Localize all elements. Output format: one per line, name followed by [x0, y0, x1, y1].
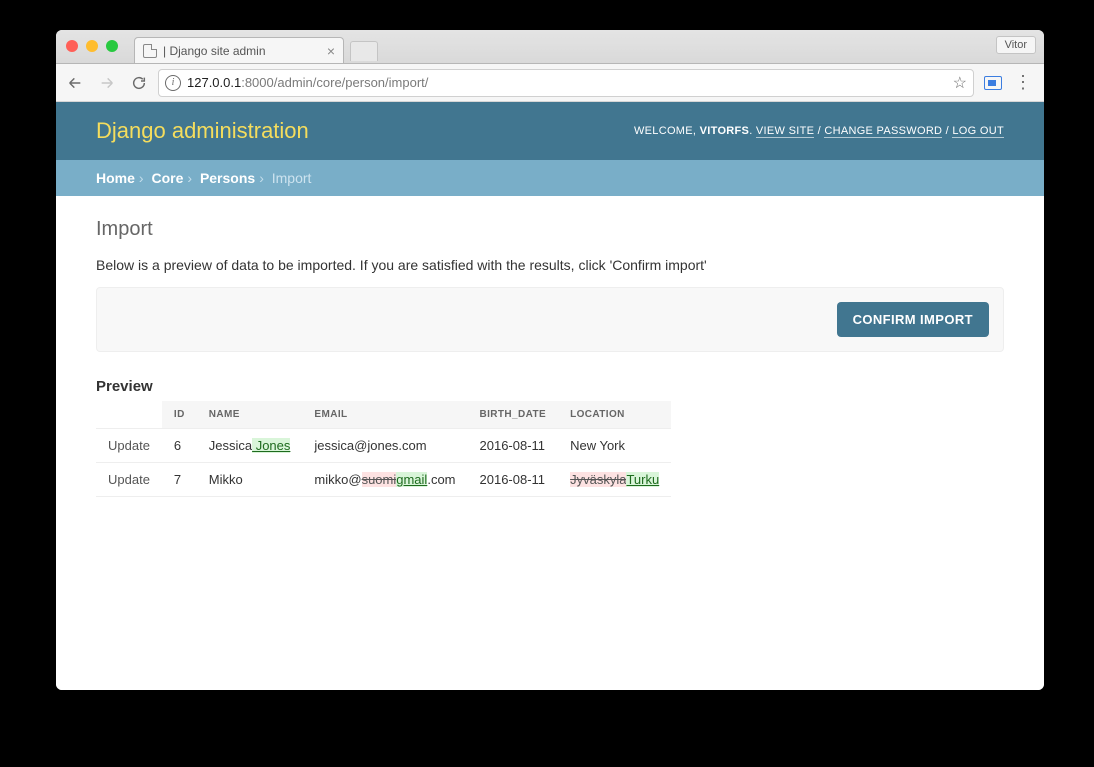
extension-icon[interactable]: [984, 76, 1002, 90]
change-password-link[interactable]: CHANGE PASSWORD: [824, 125, 942, 138]
page-file-icon: [143, 44, 157, 58]
view-site-link[interactable]: VIEW SITE: [756, 125, 814, 138]
browser-toolbar: i 127.0.0.1:8000/admin/core/person/impor…: [56, 64, 1044, 102]
reload-icon: [131, 75, 147, 91]
diff-inserted: gmail: [396, 472, 427, 487]
cell-id: 7: [162, 463, 197, 497]
th-location: LOCATION: [558, 401, 671, 429]
th-birth-date: BIRTH_DATE: [468, 401, 559, 429]
window-minimize-icon[interactable]: [86, 40, 98, 52]
url-path: :8000/admin/core/person/import/: [241, 75, 428, 90]
submit-row: CONFIRM IMPORT: [96, 287, 1004, 352]
th-id: ID: [162, 401, 197, 429]
cell-location: JyväskylaTurku: [558, 463, 671, 497]
confirm-import-button[interactable]: CONFIRM IMPORT: [837, 302, 989, 337]
bookmark-star-icon[interactable]: ☆: [953, 73, 967, 93]
cell-location: New York: [558, 429, 671, 463]
page-title: Import: [96, 218, 1004, 241]
cell-email: jessica@jones.com: [302, 429, 467, 463]
breadcrumb-app[interactable]: Core: [151, 170, 183, 186]
username: VITORFS: [700, 125, 750, 137]
diff-inserted: Turku: [626, 472, 659, 487]
cell-id: 6: [162, 429, 197, 463]
preview-heading: Preview: [96, 378, 1004, 395]
site-info-icon[interactable]: i: [165, 75, 181, 91]
content: Import Below is a preview of data to be …: [56, 196, 1044, 519]
window-controls: [66, 40, 118, 52]
logout-link[interactable]: LOG OUT: [952, 125, 1004, 138]
reload-button[interactable]: [126, 70, 152, 96]
cell-action: Update: [96, 429, 162, 463]
url-host: 127.0.0.1: [187, 75, 241, 90]
intro-text: Below is a preview of data to be importe…: [96, 257, 1004, 273]
back-button[interactable]: [62, 70, 88, 96]
site-title: Django administration: [96, 118, 309, 144]
diff-deleted: suomi: [362, 472, 397, 487]
diff-inserted: Jones: [252, 438, 290, 453]
forward-button[interactable]: [94, 70, 120, 96]
cell-name: Mikko: [197, 463, 303, 497]
breadcrumb: Home› Core› Persons› Import: [56, 160, 1044, 196]
user-tools: WELCOME, VITORFS. VIEW SITE / CHANGE PAS…: [634, 125, 1004, 137]
browser-profile-badge[interactable]: Vitor: [996, 36, 1036, 54]
table-header-row: ID NAME EMAIL BIRTH_DATE LOCATION: [96, 401, 671, 429]
tab-close-icon[interactable]: ×: [327, 44, 335, 58]
th-email: EMAIL: [302, 401, 467, 429]
new-tab-button[interactable]: [350, 41, 378, 61]
page-viewport: Django administration WELCOME, VITORFS. …: [56, 102, 1044, 690]
window-close-icon[interactable]: [66, 40, 78, 52]
cell-name: Jessica Jones: [197, 429, 303, 463]
cell-birth-date: 2016-08-11: [468, 429, 559, 463]
address-bar[interactable]: i 127.0.0.1:8000/admin/core/person/impor…: [158, 69, 974, 97]
cell-action: Update: [96, 463, 162, 497]
th-name: NAME: [197, 401, 303, 429]
browser-menu-icon[interactable]: ⋮: [1008, 72, 1038, 93]
diff-deleted: Jyväskyla: [570, 472, 626, 487]
admin-header: Django administration WELCOME, VITORFS. …: [56, 102, 1044, 160]
browser-tab[interactable]: | Django site admin ×: [134, 37, 344, 63]
table-row: Update7Mikkomikko@suomigmail.com2016-08-…: [96, 463, 671, 497]
breadcrumb-home[interactable]: Home: [96, 170, 135, 186]
welcome-text: WELCOME,: [634, 125, 700, 137]
th-action: [96, 401, 162, 429]
browser-window: | Django site admin × Vitor i 127.0.0.1:…: [56, 30, 1044, 690]
preview-table: ID NAME EMAIL BIRTH_DATE LOCATION Update…: [96, 401, 671, 497]
breadcrumb-current: Import: [272, 170, 312, 186]
window-zoom-icon[interactable]: [106, 40, 118, 52]
cell-birth-date: 2016-08-11: [468, 463, 559, 497]
arrow-right-icon: [99, 75, 115, 91]
tab-title: | Django site admin: [163, 44, 266, 58]
arrow-left-icon: [67, 75, 83, 91]
breadcrumb-model[interactable]: Persons: [200, 170, 255, 186]
cell-email: mikko@suomigmail.com: [302, 463, 467, 497]
browser-tab-strip: | Django site admin × Vitor: [56, 30, 1044, 64]
table-row: Update6Jessica Jonesjessica@jones.com201…: [96, 429, 671, 463]
